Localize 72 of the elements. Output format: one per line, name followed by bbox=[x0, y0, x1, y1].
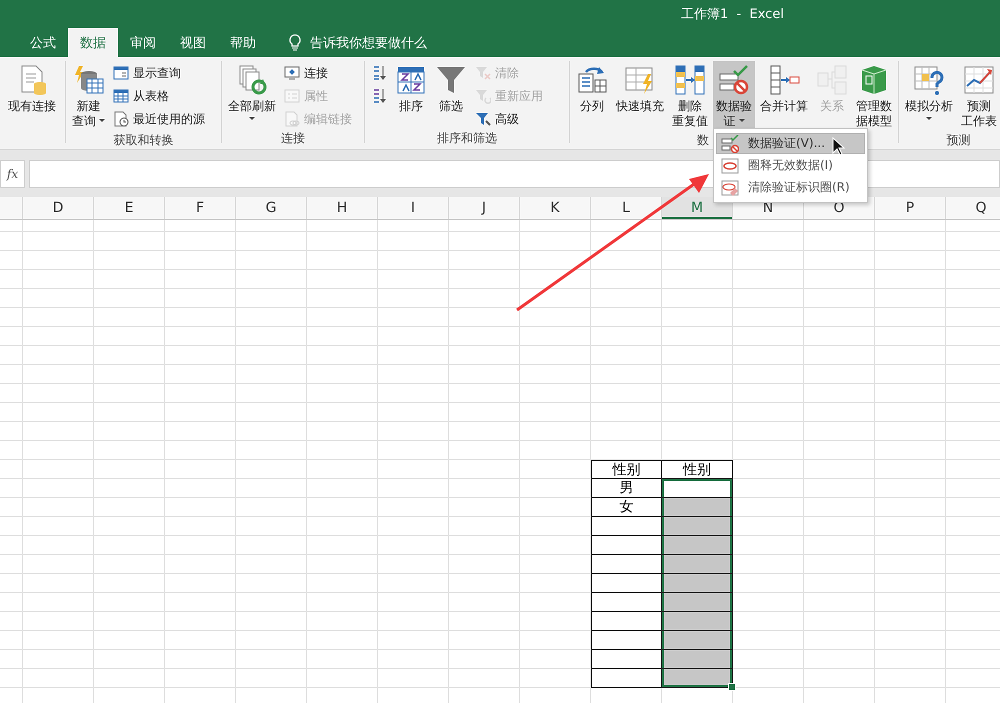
ribbon-button[interactable]: 连接 bbox=[281, 62, 355, 84]
filter-clear-icon bbox=[475, 65, 491, 81]
ribbon-button[interactable]: 新建 查询 bbox=[69, 61, 108, 132]
ribbon-button[interactable]: 合并计算 bbox=[757, 61, 811, 128]
ribbon-tab[interactable]: 视图 bbox=[168, 28, 218, 57]
group-label: 排序和筛选 bbox=[437, 131, 497, 145]
menu-item[interactable]: 圈释无效数据(I) bbox=[716, 155, 865, 176]
ribbon-button[interactable]: 分列 bbox=[573, 61, 611, 128]
table-cell: 男 bbox=[591, 479, 662, 498]
column-header[interactable]: G bbox=[236, 197, 307, 219]
remove-duplicates-icon bbox=[674, 64, 706, 96]
ribbon-button[interactable]: 排序 bbox=[392, 61, 430, 128]
ribbon-button[interactable]: 全部刷新 bbox=[225, 61, 279, 128]
column-header[interactable]: D bbox=[23, 197, 94, 219]
column-header[interactable]: P bbox=[875, 197, 946, 219]
chart-grid-icon bbox=[963, 64, 995, 96]
column-header[interactable]: E bbox=[94, 197, 165, 219]
ribbon-button[interactable]: 现有连接 bbox=[5, 61, 59, 128]
circle-eraser-icon bbox=[721, 178, 739, 196]
lightbulb-icon bbox=[288, 34, 302, 51]
ribbon-button[interactable]: 筛选 bbox=[432, 61, 470, 128]
function-label[interactable]: fx bbox=[0, 160, 25, 188]
sort-ascending-icon bbox=[371, 65, 387, 81]
ribbon-button[interactable]: 管理数 据模型 bbox=[853, 61, 895, 132]
column-header[interactable]: J bbox=[449, 197, 520, 219]
merge-columns-icon bbox=[768, 64, 800, 96]
ribbon-button[interactable]: 预测 工作表 bbox=[958, 61, 1000, 132]
sort-icon bbox=[395, 64, 427, 96]
sort-descending-icon bbox=[371, 88, 387, 104]
column-header[interactable]: K bbox=[520, 197, 591, 219]
ribbon-button[interactable]: 最近使用的源 bbox=[110, 108, 208, 130]
filter-pencil-icon bbox=[475, 111, 491, 127]
filter-icon bbox=[435, 64, 467, 96]
ribbon-button[interactable]: 删除 重复值 bbox=[669, 61, 711, 132]
grid-question-icon bbox=[913, 64, 945, 96]
ribbon-button[interactable]: 从表格 bbox=[110, 85, 208, 107]
group-label: 获取和转换 bbox=[114, 133, 174, 147]
database-table-icon bbox=[72, 64, 104, 96]
header-cell: 性别 bbox=[662, 460, 733, 479]
group-label: 数 bbox=[697, 133, 709, 147]
menu-item[interactable]: 清除验证标识圈(R) bbox=[716, 177, 865, 198]
ribbon-button[interactable]: 高级 bbox=[472, 108, 546, 130]
ribbon-button[interactable]: 快速填充 bbox=[613, 61, 667, 128]
mouse-cursor-icon bbox=[832, 137, 845, 156]
list-icon bbox=[284, 88, 300, 104]
table-window-icon bbox=[113, 65, 129, 81]
header-cell: 性别 bbox=[591, 460, 662, 479]
column-header[interactable]: H bbox=[307, 197, 378, 219]
check-prohibited-icon bbox=[718, 64, 750, 96]
column-header[interactable]: F bbox=[165, 197, 236, 219]
column-header[interactable]: Q bbox=[946, 197, 1000, 219]
ribbon-tab[interactable]: 公式 bbox=[18, 28, 68, 57]
page-clock-icon bbox=[113, 111, 129, 127]
ribbon-button[interactable]: 模拟分析 bbox=[902, 61, 956, 128]
group-label: 预测 bbox=[946, 133, 970, 147]
window-title: 工作簿1 - Excel bbox=[681, 6, 784, 23]
grid-icon bbox=[113, 88, 129, 104]
group-label: 连接 bbox=[281, 131, 305, 145]
fill-handle[interactable] bbox=[728, 683, 736, 691]
ribbon-tab[interactable]: 审阅 bbox=[118, 28, 168, 57]
check-prohibited-icon bbox=[721, 134, 739, 152]
menu-item[interactable]: 数据验证(V)... bbox=[716, 133, 865, 154]
monitor-icon bbox=[284, 65, 300, 81]
linked-boxes-icon bbox=[816, 64, 848, 96]
ribbon-tab[interactable]: 帮助 bbox=[218, 28, 268, 57]
page-link-icon bbox=[284, 111, 300, 127]
tell-me-search[interactable]: 告诉我你想要做什么 bbox=[282, 28, 433, 57]
circled-cell-icon bbox=[721, 156, 739, 174]
ribbon-button[interactable]: 显示查询 bbox=[110, 62, 208, 84]
ribbon-tab[interactable]: 数据 bbox=[68, 28, 118, 57]
filter-refresh-icon bbox=[475, 88, 491, 104]
column-header[interactable]: I bbox=[378, 197, 449, 219]
